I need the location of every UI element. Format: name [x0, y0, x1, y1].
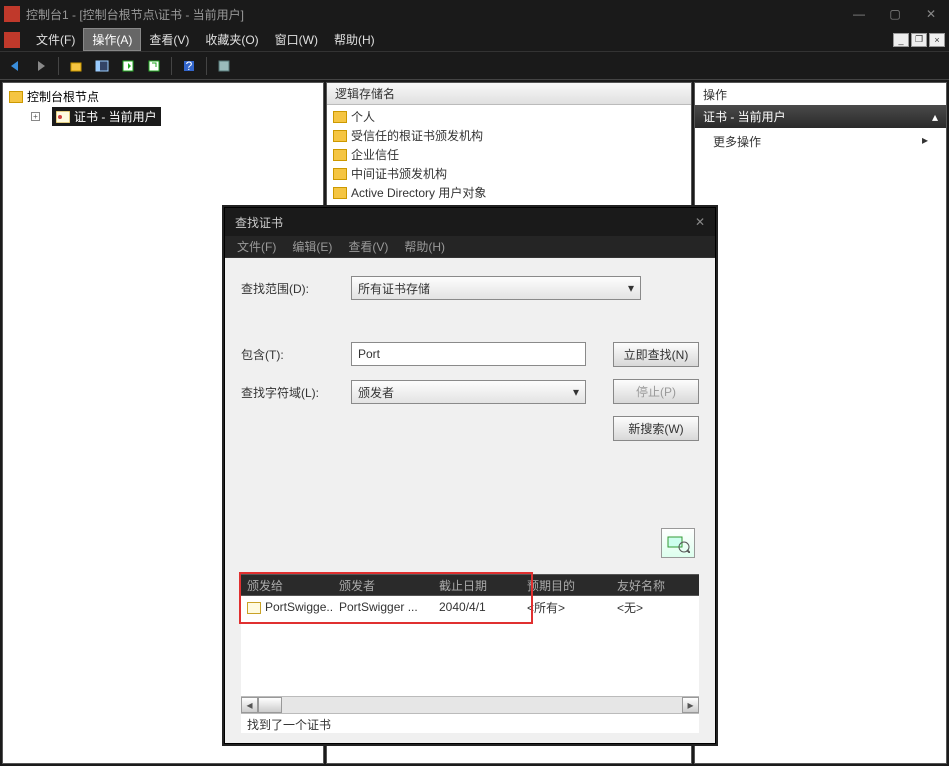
list-item[interactable]: 受信任的根证书颁发机构: [333, 126, 685, 145]
maximize-button[interactable]: ▢: [881, 5, 909, 23]
chevron-right-icon: ▸: [922, 133, 928, 150]
result-row[interactable]: PortSwigge... PortSwigger ... 2040/4/1 <…: [241, 596, 699, 618]
actions-panel: 操作 证书 - 当前用户 ▴ 更多操作 ▸: [694, 82, 947, 764]
dialog-title: 查找证书: [235, 214, 283, 231]
dialog-close-button[interactable]: ✕: [695, 215, 705, 229]
refresh-button[interactable]: [143, 55, 165, 77]
props-button[interactable]: [213, 55, 235, 77]
find-cert-dialog: 查找证书 ✕ 文件(F) 编辑(E) 查看(V) 帮助(H) 查找范围(D): …: [224, 207, 716, 744]
menu-help[interactable]: 帮助(H): [326, 29, 383, 50]
folder-icon: [333, 130, 347, 142]
col-issued-by[interactable]: 颁发者: [333, 577, 433, 594]
mdi-restore[interactable]: ❐: [911, 33, 927, 47]
scope-label: 查找范围(D):: [241, 280, 351, 297]
col-expiry[interactable]: 截止日期: [433, 577, 521, 594]
menubar: 文件(F) 操作(A) 查看(V) 收藏夹(O) 窗口(W) 帮助(H) _ ❐…: [0, 28, 949, 52]
dmenu-view[interactable]: 查看(V): [342, 238, 394, 255]
dmenu-edit[interactable]: 编辑(E): [286, 238, 338, 255]
col-issued-to[interactable]: 颁发给: [241, 577, 333, 594]
doc-icon: [4, 32, 20, 48]
field-label: 查找字符域(L):: [241, 384, 351, 401]
app-icon: [4, 6, 20, 22]
contains-input[interactable]: [351, 342, 586, 366]
new-search-button[interactable]: 新搜索(W): [613, 416, 699, 441]
titlebar: 控制台1 - [控制台根节点\证书 - 当前用户] — ▢ ✕: [0, 0, 949, 28]
actions-title: 操作: [695, 83, 946, 105]
menu-action[interactable]: 操作(A): [83, 28, 141, 51]
chevron-down-icon: ▾: [628, 281, 634, 295]
folder-icon: [333, 111, 347, 123]
mdi-close[interactable]: ×: [929, 33, 945, 47]
collapse-icon[interactable]: ▴: [932, 110, 938, 124]
tree-root-label: 控制台根节点: [27, 88, 99, 105]
tree-root[interactable]: 控制台根节点: [7, 87, 319, 106]
dmenu-help[interactable]: 帮助(H): [398, 238, 451, 255]
list-item[interactable]: 个人: [333, 107, 685, 126]
folder-icon: [333, 149, 347, 161]
mdi-minimize[interactable]: _: [893, 33, 909, 47]
results-header[interactable]: 颁发给 颁发者 截止日期 预期目的 友好名称: [241, 574, 699, 596]
folder-icon: [333, 187, 347, 199]
export-button[interactable]: [117, 55, 139, 77]
back-button[interactable]: [4, 55, 26, 77]
folder-icon: [333, 168, 347, 180]
scroll-left-button[interactable]: ◂: [241, 697, 258, 713]
help-button[interactable]: ?: [178, 55, 200, 77]
menu-window[interactable]: 窗口(W): [267, 29, 326, 50]
up-button[interactable]: [65, 55, 87, 77]
menu-favorites[interactable]: 收藏夹(O): [197, 29, 266, 50]
menu-file[interactable]: 文件(F): [28, 29, 83, 50]
list-item[interactable]: Active Directory 用户对象: [333, 183, 685, 202]
dialog-statusbar: 找到了一个证书: [241, 713, 699, 733]
column-header[interactable]: 逻辑存储名: [327, 83, 691, 105]
scroll-right-button[interactable]: ▸: [682, 697, 699, 713]
certificate-icon: [247, 602, 261, 614]
col-purpose[interactable]: 预期目的: [521, 577, 611, 594]
stop-button[interactable]: 停止(P): [613, 379, 699, 404]
contains-label: 包含(T):: [241, 346, 351, 363]
menu-view[interactable]: 查看(V): [141, 29, 197, 50]
list-item[interactable]: 中间证书颁发机构: [333, 164, 685, 183]
cert-icon: [56, 111, 70, 123]
dmenu-file[interactable]: 文件(F): [231, 238, 282, 255]
col-friendly[interactable]: 友好名称: [611, 577, 699, 594]
show-hide-button[interactable]: [91, 55, 113, 77]
scroll-thumb[interactable]: [258, 697, 282, 713]
tree-cert-label: 证书 - 当前用户: [74, 108, 157, 125]
search-anim-icon: [661, 528, 695, 558]
folder-icon: [9, 91, 23, 103]
toolbar: ?: [0, 52, 949, 80]
actions-section[interactable]: 证书 - 当前用户 ▴: [695, 105, 946, 128]
actions-more[interactable]: 更多操作 ▸: [695, 128, 946, 155]
field-combo[interactable]: 颁发者 ▾: [351, 380, 586, 404]
tree-cert-user[interactable]: + 证书 - 当前用户: [7, 106, 319, 127]
dialog-menubar: 文件(F) 编辑(E) 查看(V) 帮助(H): [225, 236, 715, 258]
horizontal-scrollbar[interactable]: ◂ ▸: [241, 696, 699, 713]
svg-text:?: ?: [186, 59, 193, 73]
scope-combo[interactable]: 所有证书存储 ▾: [351, 276, 641, 300]
close-button[interactable]: ✕: [917, 5, 945, 23]
find-now-button[interactable]: 立即查找(N): [613, 342, 699, 367]
minimize-button[interactable]: —: [845, 5, 873, 23]
window-title: 控制台1 - [控制台根节点\证书 - 当前用户]: [26, 6, 845, 23]
results-list[interactable]: PortSwigge... PortSwigger ... 2040/4/1 <…: [241, 596, 699, 696]
expand-icon[interactable]: +: [31, 112, 40, 121]
dialog-titlebar: 查找证书 ✕: [225, 208, 715, 236]
chevron-down-icon: ▾: [573, 385, 579, 399]
folder-list[interactable]: 个人 受信任的根证书颁发机构 企业信任 中间证书颁发机构 Active Dire…: [327, 105, 691, 204]
list-item[interactable]: 企业信任: [333, 145, 685, 164]
forward-button[interactable]: [30, 55, 52, 77]
